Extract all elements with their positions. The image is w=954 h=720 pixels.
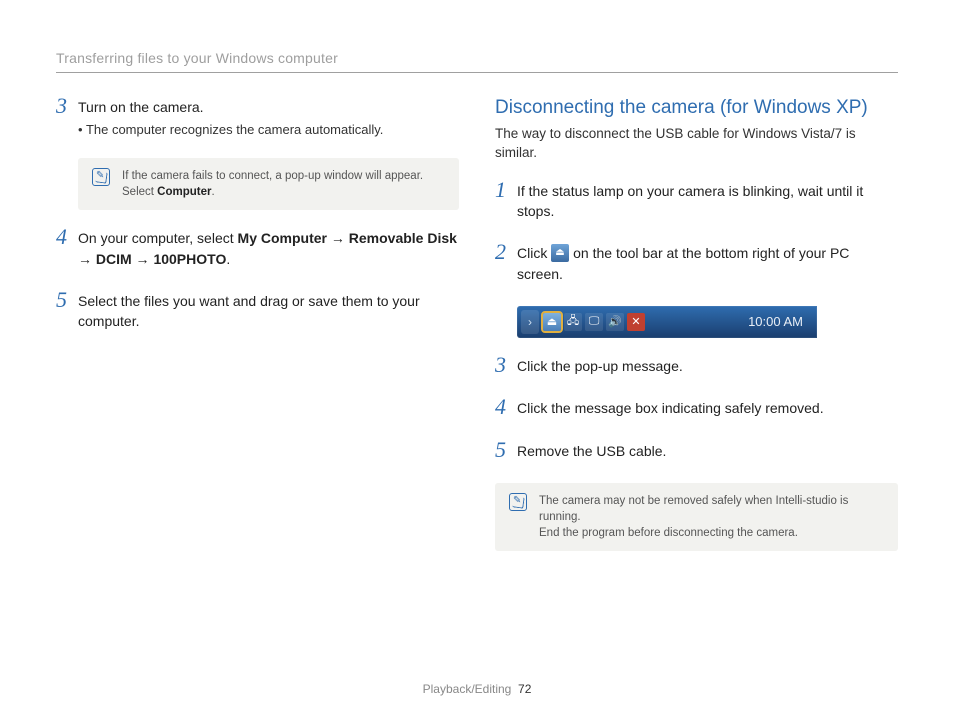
note-text: The camera may not be removed safely whe… (539, 493, 884, 541)
note-text: If the camera fails to connect, a pop-up… (122, 168, 445, 200)
step-text: Click the pop-up message. (517, 356, 898, 376)
step-number: 3 (495, 354, 517, 380)
step-number: 1 (495, 179, 517, 226)
step-number: 4 (56, 226, 78, 273)
step-number: 4 (495, 396, 517, 422)
tray-icon: 🖵 (585, 313, 603, 331)
step-bullet: The computer recognizes the camera autom… (78, 121, 459, 140)
taskbar-screenshot: › ⏏ 🖧 🖵 🔊 ✕ 10:00 AM (517, 306, 817, 338)
page-footer: Playback/Editing 72 (0, 682, 954, 696)
note-icon (509, 493, 527, 511)
step-text: Remove the USB cable. (517, 441, 898, 461)
note-box: If the camera fails to connect, a pop-up… (78, 158, 459, 210)
step-text: On your computer, select My Computer → R… (78, 228, 459, 269)
r-step-1: 1 If the status lamp on your camera is b… (495, 181, 898, 226)
step-number: 5 (495, 439, 517, 465)
tray-safely-remove-icon: ⏏ (543, 313, 561, 331)
right-column: Disconnecting the camera (for Windows XP… (495, 97, 898, 569)
step-text: If the status lamp on your camera is bli… (517, 181, 898, 222)
tray-icon: ✕ (627, 313, 645, 331)
step-5: 5 Select the files you want and drag or … (56, 291, 459, 336)
step-text: Turn on the camera. (78, 97, 459, 117)
r-step-4: 4 Click the message box indicating safel… (495, 398, 898, 422)
step-number: 5 (56, 289, 78, 336)
note-icon (92, 168, 110, 186)
r-step-5: 5 Remove the USB cable. (495, 441, 898, 465)
step-text: Select the files you want and drag or sa… (78, 291, 459, 332)
tray-icon: 🖧 (564, 313, 582, 331)
left-column: 3 Turn on the camera. The computer recog… (56, 97, 459, 569)
section-subtext: The way to disconnect the USB cable for … (495, 125, 898, 163)
breadcrumb: Transferring files to your Windows compu… (56, 50, 898, 73)
tray-volume-icon: 🔊 (606, 313, 624, 331)
safely-remove-icon (551, 244, 569, 262)
tray-expand-icon: › (521, 310, 539, 334)
r-step-3: 3 Click the pop-up message. (495, 356, 898, 380)
step-text: Click on the tool bar at the bottom righ… (517, 243, 898, 284)
step-3: 3 Turn on the camera. The computer recog… (56, 97, 459, 140)
step-4: 4 On your computer, select My Computer →… (56, 228, 459, 273)
taskbar-clock: 10:00 AM (748, 314, 813, 329)
r-step-2: 2 Click on the tool bar at the bottom ri… (495, 243, 898, 288)
section-heading: Disconnecting the camera (for Windows XP… (495, 97, 898, 119)
step-number: 3 (56, 95, 78, 140)
note-box: The camera may not be removed safely whe… (495, 483, 898, 551)
step-number: 2 (495, 241, 517, 288)
step-text: Click the message box indicating safely … (517, 398, 898, 418)
